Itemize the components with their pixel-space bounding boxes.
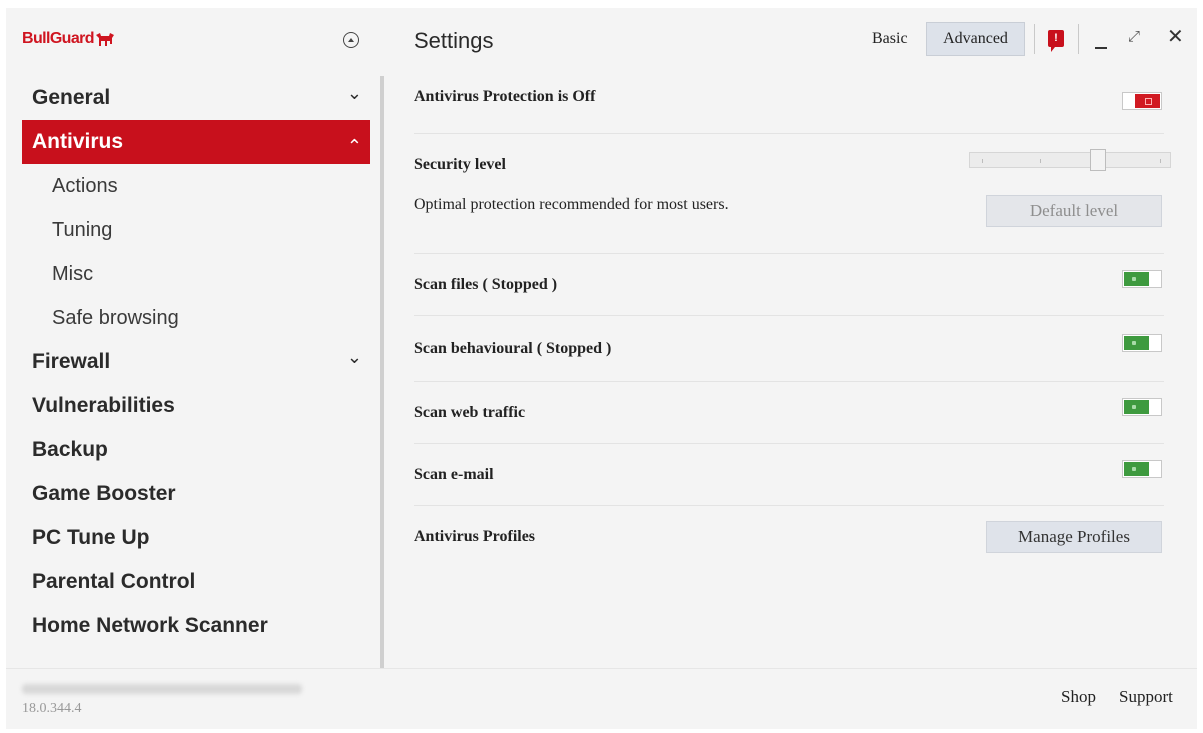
manage-profiles-button[interactable]: Manage Profiles — [986, 521, 1162, 553]
scan-web-toggle[interactable] — [1122, 398, 1162, 416]
sidebar-subitem-misc[interactable]: Misc — [22, 252, 370, 296]
close-icon[interactable]: ✕ — [1167, 26, 1184, 48]
scan-web-row: Scan web traffic — [414, 382, 1164, 444]
bullguard-logo: BullGuard — [22, 30, 115, 48]
header-divider — [1078, 24, 1079, 54]
scan-email-label: Scan e-mail — [414, 466, 494, 483]
sidebar-subitem-label: Tuning — [52, 219, 113, 241]
logo-text: BullGuard — [22, 30, 95, 47]
sidebar-item-label: Backup — [32, 438, 108, 461]
sidebar-subitem-actions[interactable]: Actions — [22, 164, 370, 208]
sidebar-scrollbar[interactable] — [380, 76, 384, 668]
sidebar-item-firewall[interactable]: Firewall — [22, 340, 370, 384]
sidebar-item-backup[interactable]: Backup — [22, 428, 370, 472]
sidebar-item-label: Vulnerabilities — [32, 394, 175, 417]
sidebar-subitem-label: Actions — [52, 175, 118, 197]
sidebar-subitem-safe-browsing[interactable]: Safe browsing — [22, 296, 370, 340]
bull-logo-icon — [95, 33, 114, 46]
footer-divider — [6, 668, 1197, 669]
sidebar-item-label: Home Network Scanner — [32, 614, 268, 637]
security-level-row: Security level Optimal protection recomm… — [414, 134, 1171, 254]
slider-tick — [982, 159, 983, 163]
sidebar-item-game-booster[interactable]: Game Booster — [22, 472, 370, 516]
protection-toggle[interactable] — [1122, 92, 1162, 110]
security-level-label: Security level — [414, 156, 506, 173]
sidebar-item-label: Firewall — [32, 350, 111, 373]
toggle-knob — [1135, 94, 1160, 108]
sidebar: BullGuard General Antivirus Actions Tuni… — [6, 8, 384, 668]
antivirus-profiles-row: Antivirus Profiles Manage Profiles — [414, 506, 1164, 568]
sidebar-item-home-network-scanner[interactable]: Home Network Scanner — [22, 604, 370, 648]
slider-thumb[interactable] — [1090, 149, 1106, 171]
toggle-knob — [1124, 462, 1149, 476]
chevron-down-icon — [347, 76, 362, 122]
sidebar-nav: General Antivirus Actions Tuning Misc Sa… — [22, 76, 370, 648]
toggle-knob — [1124, 400, 1149, 414]
notification-icon[interactable]: ! — [1048, 30, 1064, 52]
sidebar-item-vulnerabilities[interactable]: Vulnerabilities — [22, 384, 370, 428]
antivirus-profiles-label: Antivirus Profiles — [414, 528, 536, 545]
chevron-down-icon — [347, 340, 362, 386]
scan-files-toggle[interactable] — [1122, 270, 1162, 288]
mode-advanced-button[interactable]: Advanced — [926, 22, 1025, 56]
slider-tick — [1040, 159, 1041, 163]
security-level-slider[interactable] — [969, 149, 1171, 171]
sidebar-item-label: Antivirus — [32, 130, 124, 153]
protection-status-row: Antivirus Protection is Off — [414, 76, 1164, 134]
chevron-up-icon — [347, 120, 362, 166]
account-email-blurred — [22, 684, 302, 694]
sidebar-item-label: Game Booster — [32, 482, 176, 505]
sidebar-subitem-tuning[interactable]: Tuning — [22, 208, 370, 252]
toggle-knob — [1124, 336, 1149, 350]
scan-email-row: Scan e-mail — [414, 444, 1164, 506]
shop-link[interactable]: Shop — [1061, 687, 1096, 707]
scan-behavioural-row: Scan behavioural ( Stopped ) — [414, 316, 1164, 382]
scan-behavioural-label: Scan behavioural ( Stopped ) — [414, 340, 612, 357]
sidebar-item-antivirus[interactable]: Antivirus — [22, 120, 370, 164]
scan-web-label: Scan web traffic — [414, 404, 526, 421]
mode-basic-button[interactable]: Basic — [872, 30, 908, 48]
collapse-sidebar-icon[interactable] — [343, 32, 359, 48]
sidebar-item-pc-tune-up[interactable]: PC Tune Up — [22, 516, 370, 560]
scan-email-toggle[interactable] — [1122, 460, 1162, 478]
toggle-knob — [1124, 272, 1149, 286]
antivirus-settings-panel: Antivirus Protection is Off Security lev… — [414, 76, 1171, 568]
scan-files-label: Scan files ( Stopped ) — [414, 276, 558, 293]
scan-behavioural-toggle[interactable] — [1122, 334, 1162, 352]
sidebar-item-label: Parental Control — [32, 570, 196, 593]
bullguard-window: BullGuard General Antivirus Actions Tuni… — [6, 8, 1197, 729]
restore-icon[interactable]: ⤢ — [1128, 28, 1140, 45]
sidebar-item-label: General — [32, 86, 111, 109]
minimize-icon[interactable] — [1095, 47, 1107, 49]
support-link[interactable]: Support — [1119, 687, 1173, 707]
slider-tick — [1160, 159, 1161, 163]
protection-status-label: Antivirus Protection is Off — [414, 88, 596, 105]
sidebar-subitem-label: Safe browsing — [52, 307, 179, 329]
security-level-description: Optimal protection recommended for most … — [414, 196, 729, 213]
page-title: Settings — [414, 28, 494, 53]
version-label: 18.0.344.4 — [22, 701, 82, 716]
default-level-button[interactable]: Default level — [986, 195, 1162, 227]
sidebar-item-parental-control[interactable]: Parental Control — [22, 560, 370, 604]
sidebar-item-general[interactable]: General — [22, 76, 370, 120]
scan-files-row: Scan files ( Stopped ) — [414, 254, 1164, 316]
header-divider — [1034, 24, 1035, 54]
sidebar-item-label: PC Tune Up — [32, 526, 150, 549]
sidebar-subitem-label: Misc — [52, 263, 94, 285]
